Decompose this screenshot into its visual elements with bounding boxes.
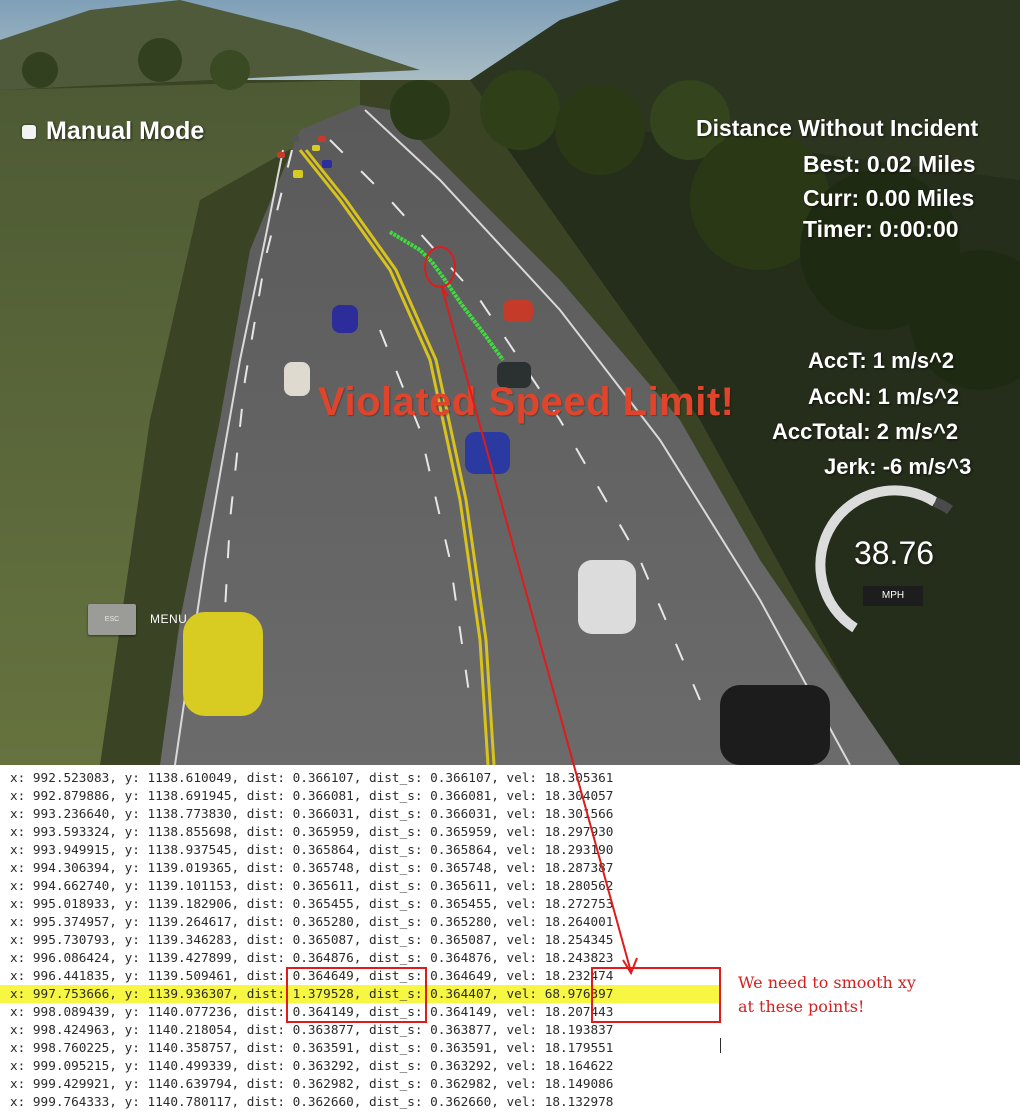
speed-value: 38.76	[853, 535, 935, 571]
distance-timer: Timer: 0:00:00	[803, 216, 959, 242]
console-log: x: 992.523083, y: 1138.610049, dist: 0.3…	[0, 765, 1020, 1114]
manual-mode-label: Manual Mode	[46, 117, 205, 145]
annotation-note: We need to smooth xy at these points!	[738, 973, 916, 1016]
esc-button[interactable]: ESC	[88, 604, 136, 635]
log-line: x: 995.374957, y: 1139.264617, dist: 0.3…	[10, 914, 614, 929]
simulator-viewport: Manual Mode Distance Without Incident Be…	[0, 0, 1020, 765]
acc-normal: AccN: 1 m/s^2	[808, 384, 960, 409]
acc-total: AccTotal: 2 m/s^2	[772, 419, 959, 444]
log-line: x: 993.593324, y: 1138.855698, dist: 0.3…	[10, 824, 614, 839]
speed-limit-warning: Violated Speed Limit!	[318, 380, 735, 424]
log-line: x: 994.306394, y: 1139.019365, dist: 0.3…	[10, 860, 614, 875]
log-line: x: 999.095215, y: 1140.499339, dist: 0.3…	[10, 1058, 614, 1073]
acc-tangential: AccT: 1 m/s^2	[808, 348, 955, 373]
log-line: x: 993.236640, y: 1138.773830, dist: 0.3…	[10, 806, 614, 821]
log-line: x: 995.730793, y: 1139.346283, dist: 0.3…	[10, 932, 614, 947]
log-line: x: 994.662740, y: 1139.101153, dist: 0.3…	[10, 878, 614, 893]
log-line: x: 998.424963, y: 1140.218054, dist: 0.3…	[10, 1022, 614, 1037]
log-line: x: 992.523083, y: 1138.610049, dist: 0.3…	[10, 770, 614, 785]
vel-highlight-box	[591, 967, 721, 1023]
jerk-readout: Jerk: -6 m/s^3	[824, 454, 972, 479]
log-line: x: 998.760225, y: 1140.358757, dist: 0.3…	[10, 1040, 614, 1055]
log-line: x: 992.879886, y: 1138.691945, dist: 0.3…	[10, 788, 614, 803]
log-line: x: 999.429921, y: 1140.639794, dist: 0.3…	[10, 1076, 614, 1091]
manual-mode-toggle[interactable]: Manual Mode	[22, 117, 204, 146]
manual-mode-checkbox[interactable]	[22, 124, 36, 139]
menu-link[interactable]: MENU	[150, 612, 187, 626]
speed-unit: MPH	[863, 586, 923, 606]
log-line: x: 993.949915, y: 1138.937545, dist: 0.3…	[10, 842, 614, 857]
distance-best: Best: 0.02 Miles	[803, 151, 976, 177]
distance-current: Curr: 0.00 Miles	[803, 185, 975, 211]
log-line: x: 996.086424, y: 1139.427899, dist: 0.3…	[10, 950, 614, 965]
log-line: x: 995.018933, y: 1139.182906, dist: 0.3…	[10, 896, 614, 911]
text-cursor	[720, 1038, 721, 1053]
dist-highlight-box	[286, 967, 427, 1023]
distance-title: Distance Without Incident	[696, 115, 979, 141]
log-line: x: 999.764333, y: 1140.780117, dist: 0.3…	[10, 1094, 614, 1109]
